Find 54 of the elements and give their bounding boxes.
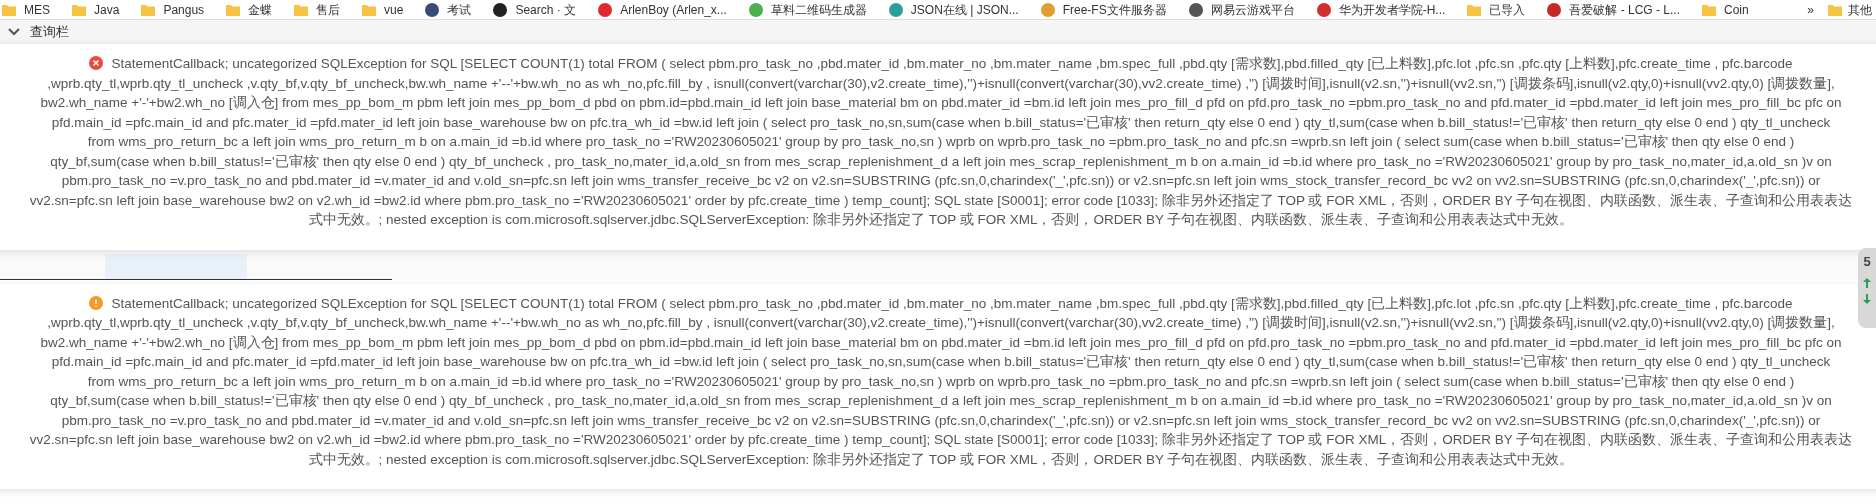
message-text: StatementCallback; uncategorized SQLException for SQL [SELECT COUNT(1) total FROM ( select pbm.pro_task_no ,pbd.mater_id ,bm.mater_no ,bm.mater_name ,bm.spec_full ,pbd.qty [需求数],pbd.filled_qty [已上料数],pfc.lot ,pfc.sn ,pfc.qty [上料数],pfc.create_time , pfc.barcode: [111, 295, 1793, 311]
message-text: StatementCallback; uncategorized SQLException for SQL [SELECT COUNT(1) total FROM ( select pbm.pro_task_no ,pbd.mater_id ,bm.mater_no ,bm.mater_name ,bm.spec_full ,pbd.qty [需求数],pbd.filled_qty [已上料数],pfc.lot ,pfc.sn ,pfc.qty [上料数],pfc.create_time , pfc.barcode: [111, 56, 1793, 71]
folder-icon: [1702, 3, 1716, 16]
down-arrow-icon: [1863, 293, 1871, 304]
bookmark-link[interactable]: 吾爱破解 - LCG - L...: [1547, 0, 1680, 19]
message-text: bw2.wh_name +'-'+bw2.wh_no [调入仓] from mes_pp_bom_m pbm left join mes_pp_bom_d pbd on pbm.id=pbd.main_id left join base_material bm on pbd.mater_id =bm.id left join mes_pro_fill_d pfd on pfd.pro_task_no =pbm.pro_task_no and pfd.mater_id =pbd.mater_id left join mes_pro_fill_bc pfc on: [40, 334, 1842, 350]
up-arrow-icon: [1863, 277, 1871, 288]
bookmark-link[interactable]: 草料二维码生成器: [748, 0, 867, 19]
bookmark-link[interactable]: 网易云游戏平台: [1188, 0, 1295, 19]
bookmark-link[interactable]: JSON在线 | JSON...: [888, 0, 1019, 19]
bookmark-link[interactable]: ArlenBoy (Arlen_x...: [598, 0, 727, 19]
more-bookmarks-button[interactable]: »: [1807, 0, 1814, 19]
bookmark-link[interactable]: Coin: [1702, 0, 1749, 19]
folder-icon: [141, 3, 156, 16]
message-text: 式中无效。; nested exception is com.microsoft.sqlserver.jdbc.SQLServerException: 除非另外还指定了 TOP 或 FOR XML，否则，ORDER BY 子句在视图、内联函数、派生表、子查询和公用表表达式中无效。: [308, 451, 1574, 467]
bookmark-link[interactable]: 售后: [294, 0, 341, 19]
side-widget[interactable]: 5: [1858, 248, 1876, 328]
message-text: from wms_pro_return_bc a left join wms_pro_return_m b on a.main_id =b.id where pro_task_no ='RW20230605021' group by pro_task_no,sn ) wprb on wprb.pro_task_no =pbm.pro_task_no and pfc.sn =wprb.sn left join ( select sum(case when b.bill_status='已审核' then qty else 0 end ): [87, 134, 1795, 149]
bookmark-link[interactable]: 已导入: [1467, 0, 1526, 19]
bookmark-link[interactable]: MES: [2, 0, 50, 19]
message-text: pbm.pro_task_no =v.pro_task_no and pbd.mater_id =v.mater_id and v.old_sn=pfc.sn left join wms_transfer_receive_bc v2 on v2.sn=SUBSTRING (pfc.sn,0,charindex('_',pfc.sn)) or v2.sn=pfc.sn left join wms_stock_transfer_record_bc vv2 on vv2.sn=SUBSTRING (pfc.sn,0,charindex('_',pfc.sn)) or: [61, 173, 1821, 188]
panel-header[interactable]: 查询栏: [0, 20, 1876, 44]
message-text: pfd.main_id =pfc.main_id and pfc.mater_id =pfd.mater_id left join base_warehouse bw on pfc.tra_wh_id =bw.id left join ( select pro_task_no,sn,sum(case when b.bill_status='已审核' then return_qty else 0 end ) qty_tl,sum(case when b.bill_status!='已审核' then return_qty else 0 end ) qty_tl_uncheck: [51, 354, 1831, 369]
bookmark-link[interactable]: Java: [72, 0, 120, 19]
folder-icon: [1828, 3, 1842, 16]
folder-icon: [72, 3, 86, 16]
bookmark-link[interactable]: Search · 文: [493, 0, 577, 19]
bookmark-link[interactable]: 金蝶: [226, 0, 273, 19]
message-text: vv2.sn=pfc.sn left join base_warehouse bw2 on v2.wh_id =bw2.id where pbm.pro_task_no ='RW20230605021' order by pfc.create_time ) temp_count]; SQL state [S0001]; error code [1033]; 除非另外还指定了 TOP 或 FOR XML，否则，ORDER BY 子句在视图、内联函数、派生表、子查询和公用表表达: [29, 192, 1853, 208]
folder-icon: [294, 3, 309, 16]
bookmark-link[interactable]: 考试: [425, 0, 472, 19]
warning-icon: [89, 295, 104, 310]
message-text: qty_bf,sum(case when b.bill_status!='已审核' then qty else 0 end ) qty_bf_uncheck , pro_task_no,mater_id,a.old_sn from mes_scrap_replenishment_d a left join mes_scrap_replenishment_m b on a.main_id =b.id where pro_task_no ='RW20230605021' group by pro_task_no,mater_id,a.old_sn )v on: [50, 153, 1832, 169]
bookmark-link[interactable]: Free-FS文件服务器: [1040, 0, 1167, 19]
bookmark-link[interactable]: Pangus: [141, 0, 205, 19]
bookmark-link[interactable]: vue: [362, 0, 404, 19]
message-text: 式中无效。; nested exception is com.microsoft.sqlserver.jdbc.SQLServerException: 除非另外还指定了 TOP 或 FOR XML，否则，ORDER BY 子句在视图、内联函数、派生表、子查询和公用表表达式中无效。: [308, 212, 1574, 227]
message-text: ,wprb.qty_tl,wprb.qty_tl_uncheck ,v.qty_bf,v.qty_bf_uncheck,bw.wh_name +'--'+bw.wh_no as wh_no,pfc.fill_by , isnull(convert(varchar(30),v2.create_time),'')+isnull(convert(varchar(30),vv2.create_time) ,'') [调拨时间],isnull(v2.sn,'')+isnull(vv2.sn,'') [调拨条码],isnull(v2.qty,0)+isnull(vv2.qty,0) [调拨数量],: [47, 75, 1835, 91]
folder-icon: [2, 3, 16, 16]
error-icon: [89, 56, 104, 70]
panel-title: 查询栏: [30, 24, 69, 40]
message-text: pbm.pro_task_no =v.pro_task_no and pbd.mater_id =v.mater_id and v.old_sn=pfc.sn left join wms_transfer_receive_bc v2 on v2.sn=SUBSTRING (pfc.sn,0,charindex('_',pfc.sn)) or v2.sn=pfc.sn left join wms_stock_transfer_record_bc vv2 on vv2.sn=SUBSTRING (pfc.sn,0,charindex('_',pfc.sn)) or: [61, 412, 1821, 428]
folder-icon: [1467, 3, 1482, 16]
message-text: ,wprb.qty_tl,wprb.qty_tl_uncheck ,v.qty_bf,v.qty_bf_uncheck,bw.wh_name +'--'+bw.wh_no as wh_no,pfc.fill_by , isnull(convert(varchar(30),v2.create_time),'')+isnull(convert(varchar(30),vv2.create_time) ,'') [调拨时间],isnull(v2.sn,'')+isnull(vv2.sn,'') [调拨条码],isnull(v2.qty,0)+isnull(vv2.qty,0) [调拨数量],: [47, 315, 1835, 330]
folder-icon: [362, 3, 377, 16]
message-text: qty_bf,sum(case when b.bill_status!='已审核' then qty else 0 end ) qty_bf_uncheck , pro_task_no,mater_id,a.old_sn from mes_scrap_replenishment_d a left join mes_scrap_replenishment_m b on a.main_id =b.id where pro_task_no ='RW20230605021' group by pro_task_no,mater_id,a.old_sn )v on: [50, 393, 1832, 408]
bookmark-link[interactable]: 华为开发者学院-H...: [1316, 0, 1446, 19]
message-text: vv2.sn=pfc.sn left join base_warehouse bw2 on v2.wh_id =bw2.id where pbm.pro_task_no ='RW20230605021' order by pfc.create_time ) temp_count]; SQL state [S0001]; error code [1033]; 除非另外还指定了 TOP 或 FOR XML，否则，ORDER BY 子句在视图、内联函数、派生表、子查询和公用表表达: [29, 432, 1853, 447]
folder-icon: [226, 3, 241, 16]
widget-count: 5: [1863, 253, 1871, 271]
message-text: pfd.main_id =pfc.main_id and pfc.mater_id =pfd.mater_id left join base_warehouse bw on pfc.tra_wh_id =bw.id left join ( select pro_task_no,sn,sum(case when b.bill_status='已审核' then return_qty else 0 end ) qty_tl,sum(case when b.bill_status!='已审核' then return_qty else 0 end ) qty_tl_uncheck: [51, 114, 1831, 130]
message-text: from wms_pro_return_bc a left join wms_pro_return_m b on a.main_id =b.id where pro_task_no ='RW20230605021' group by pro_task_no,sn ) wprb on wprb.pro_task_no =pbm.pro_task_no and pfc.sn =wprb.sn left join ( select sum(case when b.bill_status='已审核' then qty else 0 end ): [87, 373, 1795, 389]
bookmark-link[interactable]: 其他: [1828, 0, 1872, 19]
message-text: bw2.wh_name +'-'+bw2.wh_no [调入仓] from mes_pp_bom_m pbm left join mes_pp_bom_d pbd on pbm.id=pbd.main_id left join base_material bm on pbd.mater_id =bm.id left join mes_pro_fill_d pfd on pfd.pro_task_no =pbm.pro_task_no and pfd.mater_id =pbd.mater_id left join mes_pro_fill_bc pfc on: [40, 95, 1842, 110]
